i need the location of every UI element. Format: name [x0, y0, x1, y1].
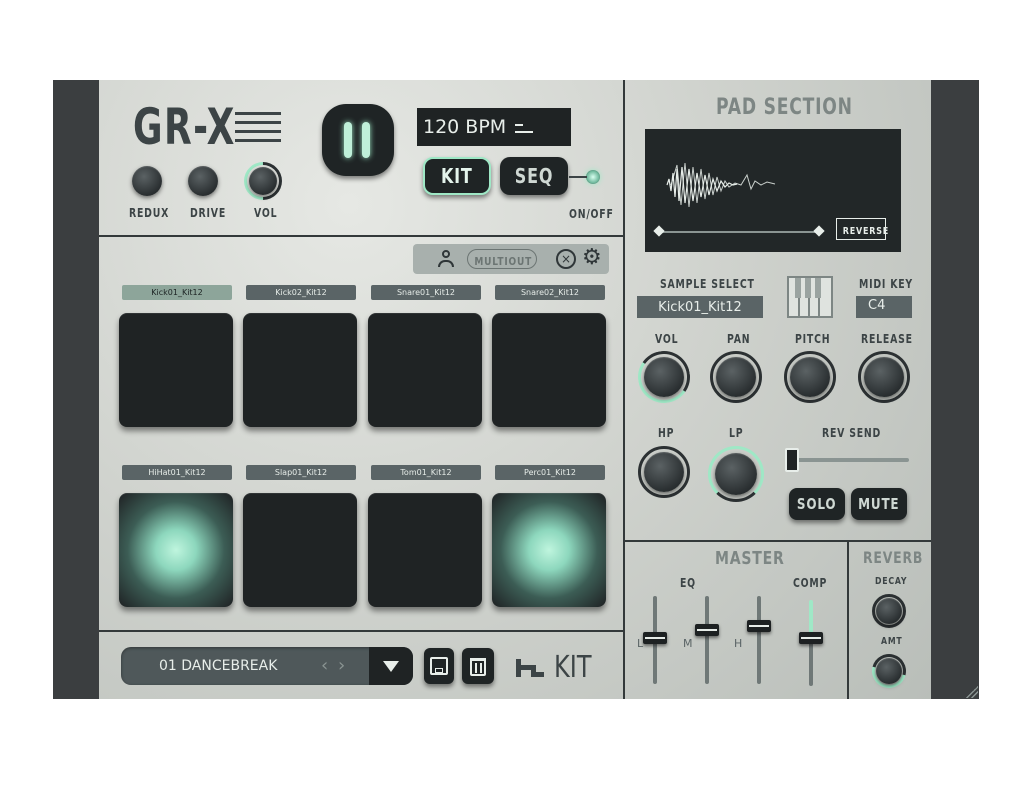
midi-key-value: C4	[868, 298, 886, 313]
pan-label: PAN	[727, 332, 751, 346]
multiout-button[interactable]: MULTIOUT	[467, 249, 537, 269]
eq-high-fader-handle[interactable]	[747, 620, 771, 632]
pad-label-4: Snare02_Kit12	[495, 285, 605, 300]
pad-label-5: HiHat01_Kit12	[122, 465, 232, 480]
reset-icon[interactable]: ×	[556, 249, 576, 269]
onoff-label: ON/OFF	[569, 207, 614, 221]
pitch-label: PITCH	[795, 332, 831, 346]
eq-mid-fader-track[interactable]	[705, 596, 709, 684]
pad-7[interactable]	[368, 493, 482, 607]
gear-icon[interactable]: ⚙	[582, 246, 602, 270]
eq-low-label: L	[637, 637, 644, 650]
piano-icon[interactable]	[787, 276, 833, 318]
sample-select-field[interactable]: Kick01_Kit12	[637, 296, 763, 318]
comp-label: COMP	[793, 576, 828, 590]
eq-low-fader-handle[interactable]	[643, 632, 667, 644]
pad-vol-knob[interactable]	[644, 357, 684, 397]
waveform-display: REVERSE	[645, 129, 901, 252]
sample-select-value: Kick01_Kit12	[658, 300, 742, 315]
pad-label-1: Kick01_Kit12	[122, 285, 232, 300]
lp-label: LP	[729, 426, 744, 440]
hp-label: HP	[658, 426, 675, 440]
reverse-button[interactable]: REVERSE	[836, 218, 888, 240]
brand-logo-icon	[516, 659, 546, 679]
decay-label: DECAY	[875, 576, 908, 587]
pan-knob[interactable]	[716, 357, 756, 397]
pad-4[interactable]	[492, 313, 606, 427]
user-icon[interactable]	[437, 250, 455, 268]
kit-button[interactable]: KIT	[423, 157, 491, 195]
eq-label: EQ	[680, 576, 696, 590]
amt-knob[interactable]	[876, 658, 902, 684]
resize-grip-icon[interactable]	[966, 686, 978, 698]
bpm-menu-icon	[515, 124, 533, 134]
chevron-left-icon[interactable]: ‹	[321, 655, 328, 676]
bpm-value: 120 BPM	[423, 116, 507, 138]
pad-section-title: PAD SECTION	[716, 95, 853, 120]
pad-1[interactable]	[119, 313, 233, 427]
master-title: MASTER	[715, 548, 785, 569]
pad-6[interactable]	[243, 493, 357, 607]
pad-3[interactable]	[368, 313, 482, 427]
hamburger-icon[interactable]	[235, 110, 281, 146]
trash-icon	[470, 658, 486, 676]
pause-button[interactable]	[322, 104, 394, 176]
eq-high-fader-track[interactable]	[757, 596, 761, 684]
decay-knob[interactable]	[876, 598, 902, 624]
preset-dropdown-button[interactable]	[369, 647, 413, 685]
brand-kit-label: KIT	[554, 650, 592, 685]
hp-knob[interactable]	[644, 452, 684, 492]
redux-knob[interactable]	[132, 166, 162, 196]
pad-label-3: Snare01_Kit12	[371, 285, 481, 300]
midi-key-label: MIDI KEY	[859, 277, 913, 291]
rev-send-slider[interactable]	[785, 448, 909, 472]
release-label: RELEASE	[861, 332, 913, 346]
reverb-title: REVERB	[863, 548, 924, 567]
release-knob[interactable]	[864, 357, 904, 397]
delete-button[interactable]	[462, 648, 494, 684]
midi-key-field[interactable]: C4	[856, 296, 912, 318]
amt-label: AMT	[881, 636, 903, 647]
pad-label-2: Kick02_Kit12	[246, 285, 356, 300]
preset-name: 01 DANCEBREAK	[159, 658, 278, 674]
save-button[interactable]	[424, 648, 454, 684]
pause-icon	[344, 122, 352, 158]
sample-select-label: SAMPLE SELECT	[660, 277, 755, 291]
redux-label: REDUX	[129, 206, 170, 220]
solo-button[interactable]: SOLO	[789, 488, 845, 520]
pad-vol-label: VOL	[655, 332, 679, 346]
eq-mid-label: M	[683, 637, 693, 650]
seq-button[interactable]: SEQ	[500, 157, 568, 195]
drive-label: DRIVE	[190, 206, 227, 220]
eq-high-label: H	[734, 637, 743, 650]
pad-8[interactable]	[492, 493, 606, 607]
rev-send-handle[interactable]	[785, 448, 799, 472]
dropdown-arrow-icon	[383, 661, 399, 672]
eq-mid-fader-handle[interactable]	[695, 624, 719, 636]
app-logo: GR-X	[133, 98, 236, 156]
mute-button[interactable]: MUTE	[851, 488, 907, 520]
chevron-right-icon[interactable]: ›	[338, 655, 345, 676]
pad-2[interactable]	[243, 313, 357, 427]
bpm-display[interactable]: 120 BPM	[417, 108, 571, 146]
vol-knob[interactable]	[249, 167, 277, 195]
pitch-knob[interactable]	[790, 357, 830, 397]
rev-send-label: REV SEND	[822, 426, 882, 440]
save-icon	[430, 657, 448, 675]
drive-knob[interactable]	[188, 166, 218, 196]
sample-range-slider[interactable]	[653, 225, 825, 237]
pad-label-8: Perc01_Kit12	[495, 465, 605, 480]
comp-fader-handle[interactable]	[799, 632, 823, 644]
plugin-body: GR-X REDUX DRIVE VOL 120 BPM KIT SEQ ON/…	[99, 80, 931, 699]
pad-label-7: Tom01_Kit12	[371, 465, 481, 480]
pad-5[interactable]	[119, 493, 233, 607]
vol-label: VOL	[254, 206, 278, 220]
onoff-led[interactable]	[586, 170, 600, 184]
pad-label-6: Slap01_Kit12	[246, 465, 356, 480]
lp-knob[interactable]	[715, 453, 757, 495]
